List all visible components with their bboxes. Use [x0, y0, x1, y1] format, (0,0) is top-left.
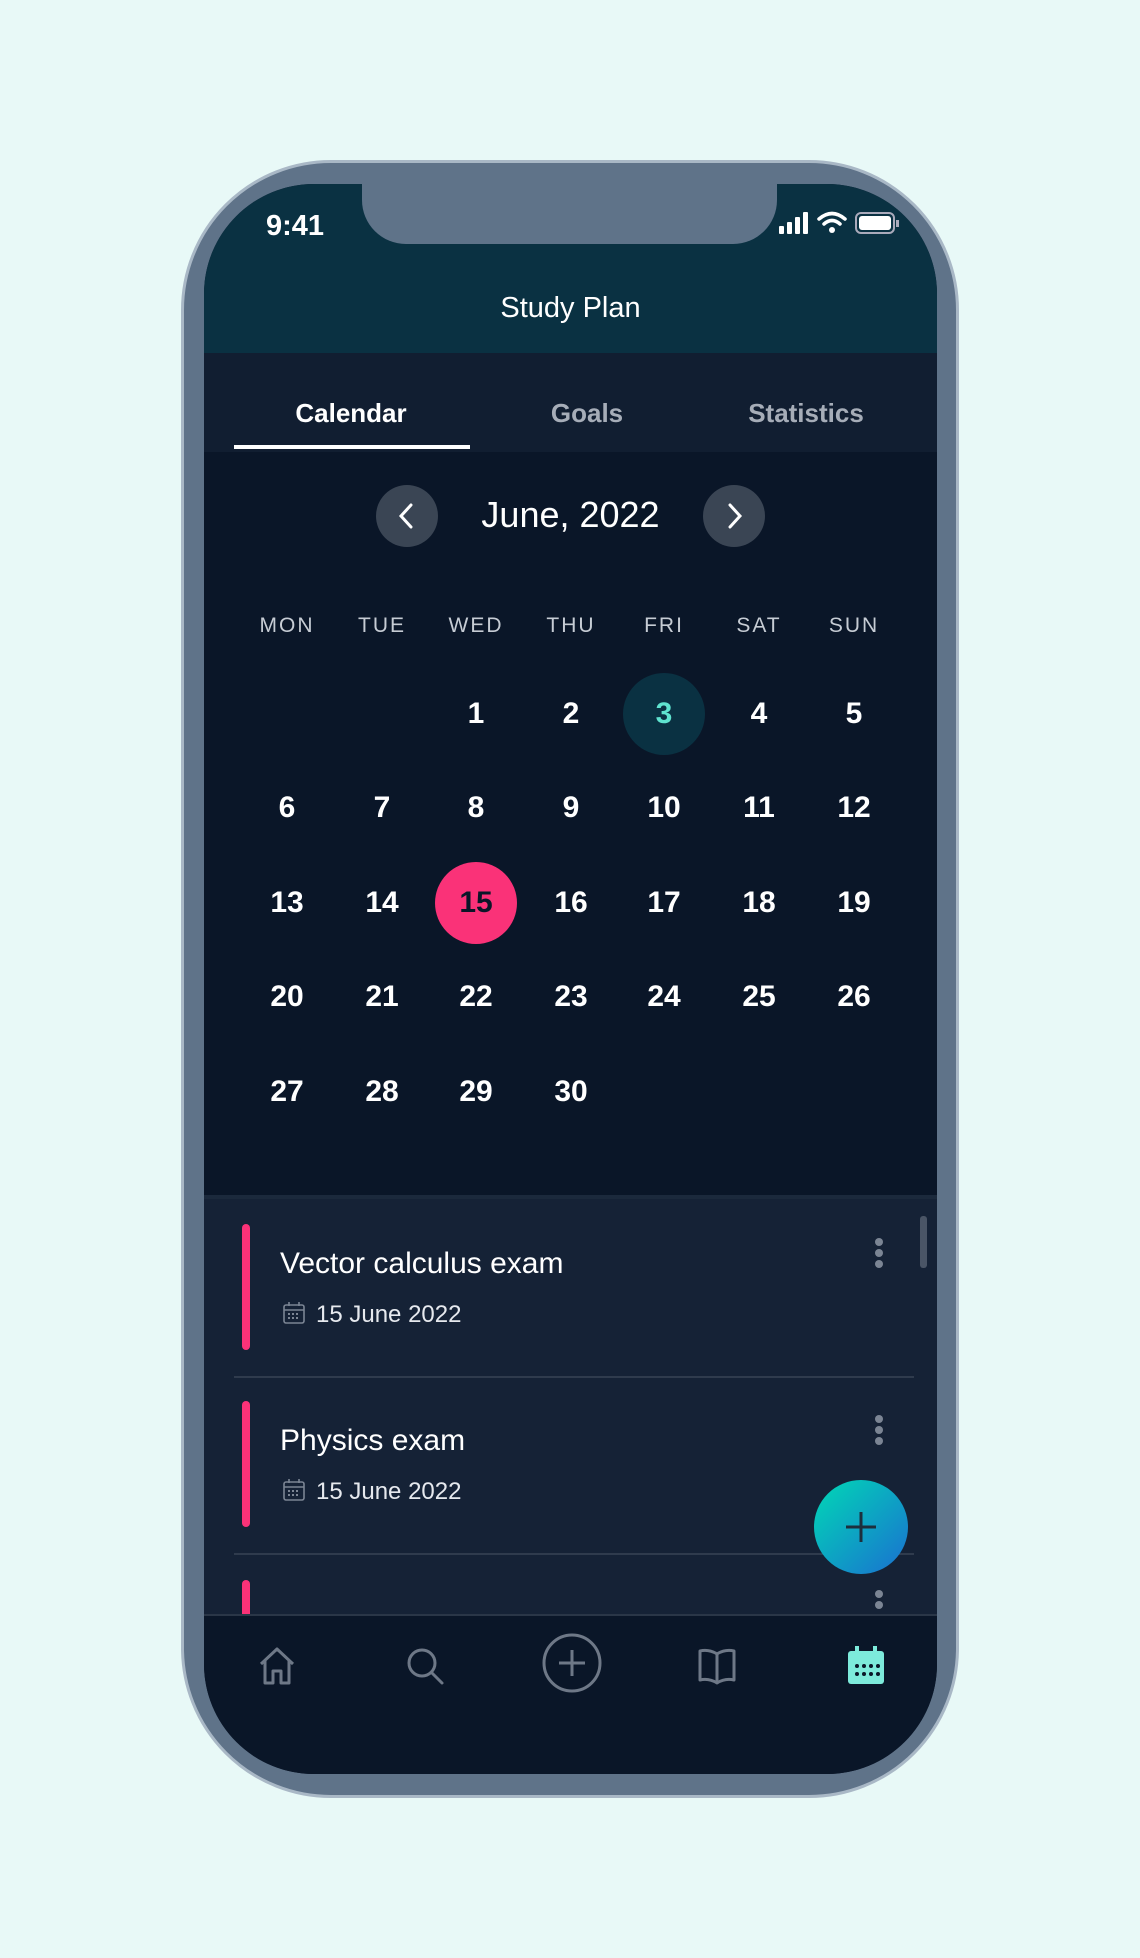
calendar-day[interactable]: 11 [718, 767, 800, 849]
calendar-day[interactable]: 23 [530, 956, 612, 1038]
weekday-label: WED [448, 614, 504, 637]
event-title[interactable]: Physics exam [280, 1424, 465, 1458]
calendar-day[interactable]: 29 [435, 1051, 517, 1133]
add-circle-icon[interactable] [541, 1632, 603, 1694]
screen: 9:41 Study Plan Calendar Goals Statistic… [204, 184, 937, 1774]
battery-icon [855, 212, 899, 234]
calendar-day[interactable]: 14 [341, 862, 423, 944]
calendar-day[interactable]: 10 [623, 767, 705, 849]
calendar-day[interactable]: 16 [530, 862, 612, 944]
event-title[interactable]: Vector calculus exam [280, 1247, 563, 1281]
plus-icon [846, 1512, 876, 1542]
more-icon[interactable] [875, 1415, 883, 1448]
add-event-button[interactable] [814, 1480, 908, 1574]
calendar-day-today[interactable]: 3 [623, 673, 705, 755]
tab-calendar[interactable]: Calendar [231, 398, 471, 429]
weekday-label: THU [546, 614, 596, 637]
signal-icon [779, 212, 808, 234]
event-date: 15 June 2022 [316, 1478, 462, 1505]
calendar-day-selected[interactable]: 15 [435, 862, 517, 944]
calendar-day[interactable]: 5 [813, 673, 895, 755]
calendar-day[interactable]: 27 [246, 1051, 328, 1133]
calendar-day[interactable]: 25 [718, 956, 800, 1038]
event-date: 15 June 2022 [316, 1301, 462, 1328]
weekday-label: SAT [736, 614, 782, 637]
divider [234, 1376, 914, 1378]
weekday-label: MON [259, 614, 315, 637]
calendar-day[interactable]: 2 [530, 673, 612, 755]
active-tab-indicator [234, 445, 470, 449]
calendar-day[interactable]: 22 [435, 956, 517, 1038]
calendar-day[interactable]: 21 [341, 956, 423, 1038]
calendar-day[interactable]: 26 [813, 956, 895, 1038]
calendar-day[interactable]: 7 [341, 767, 423, 849]
calendar-day[interactable]: 6 [246, 767, 328, 849]
page-title: Study Plan [500, 292, 641, 324]
calendar-day[interactable]: 13 [246, 862, 328, 944]
more-icon[interactable] [875, 1238, 883, 1271]
calendar-day[interactable]: 17 [623, 862, 705, 944]
status-icons [779, 211, 899, 234]
tab-goals[interactable]: Goals [467, 398, 707, 429]
divider [234, 1553, 914, 1555]
calendar-small-icon [283, 1302, 305, 1324]
weekday-label: TUE [358, 614, 406, 637]
calendar-day[interactable]: 24 [623, 956, 705, 1038]
scrollbar[interactable] [920, 1216, 927, 1268]
calendar-day[interactable]: 19 [813, 862, 895, 944]
event-accent-bar [242, 1224, 250, 1350]
calendar-day[interactable]: 12 [813, 767, 895, 849]
more-icon[interactable] [875, 1590, 883, 1612]
notch [362, 184, 777, 244]
next-month-button[interactable] [703, 485, 765, 547]
calendar-day[interactable]: 30 [530, 1051, 612, 1133]
calendar-icon[interactable] [842, 1642, 890, 1690]
wifi-icon [817, 211, 847, 226]
tab-statistics[interactable]: Statistics [686, 398, 926, 429]
book-icon[interactable] [693, 1642, 741, 1690]
event-accent-bar [242, 1401, 250, 1527]
status-time: 9:41 [266, 210, 325, 242]
calendar-day[interactable]: 8 [435, 767, 517, 849]
weekday-label: FRI [644, 614, 684, 637]
calendar-day[interactable]: 18 [718, 862, 800, 944]
calendar-day[interactable]: 1 [435, 673, 517, 755]
calendar-small-icon [283, 1479, 305, 1501]
calendar-day[interactable]: 28 [341, 1051, 423, 1133]
tab-bar: Calendar Goals Statistics [204, 353, 937, 452]
search-icon[interactable] [401, 1642, 449, 1690]
calendar-day[interactable]: 20 [246, 956, 328, 1038]
month-label: June, 2022 [481, 494, 660, 535]
home-icon[interactable] [253, 1642, 301, 1690]
calendar-day[interactable]: 9 [530, 767, 612, 849]
weekday-label: SUN [828, 614, 880, 637]
chevron-right-icon [728, 503, 743, 529]
calendar-day[interactable]: 4 [718, 673, 800, 755]
